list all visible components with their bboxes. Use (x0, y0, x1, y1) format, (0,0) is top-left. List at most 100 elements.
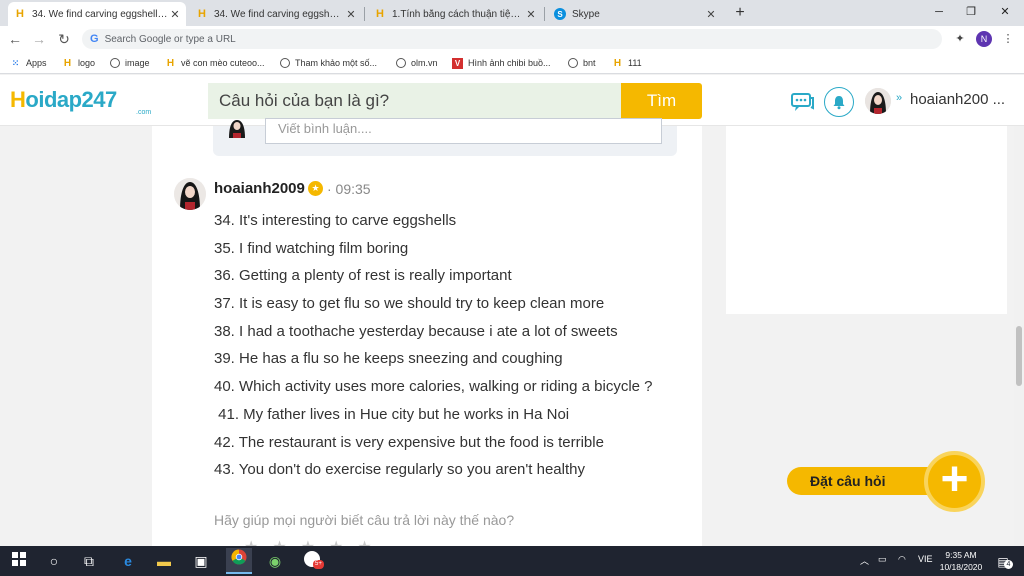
tray-chevron-icon[interactable]: ︿ (860, 554, 869, 567)
answer-line: 38. I had a toothache yesterday because … (214, 322, 618, 340)
tab-title: Skype (572, 8, 600, 20)
bookmark-bnt[interactable]: bnt (568, 56, 596, 70)
task-view-icon[interactable]: ⧉ (78, 551, 100, 571)
answer-line: 42. The restaurant is very expensive but… (214, 433, 604, 451)
logo-suffix: .com (136, 109, 152, 116)
browser-tab-2[interactable]: H 34. We find carving eggshells inte ✕ (190, 2, 362, 26)
answer-line: 39. He has a flu so he keeps sneezing an… (214, 350, 563, 368)
file-explorer-icon[interactable]: ▬ (153, 551, 175, 571)
site-logo[interactable]: Hoidap247 (10, 87, 117, 113)
minimize-icon[interactable]: ─ (924, 2, 954, 22)
close-window-icon[interactable]: ✕ (990, 2, 1020, 22)
globe-icon (396, 58, 406, 68)
page-scrollbar[interactable] (1014, 126, 1024, 546)
chevron-down-icon[interactable]: » (896, 92, 902, 104)
reload-icon[interactable]: ↻ (55, 30, 73, 48)
comment-avatar (225, 120, 249, 138)
browser-tab-strip: H 34. We find carving eggshells inte ✕ H… (0, 0, 1024, 26)
restore-icon[interactable]: ❐ (956, 2, 986, 22)
bookmark-label: 111 (628, 58, 642, 68)
answer-line: 41. My father lives in Hue city but he w… (214, 405, 570, 423)
hoidap-icon: H (376, 8, 384, 20)
logo-letter: H (10, 87, 26, 112)
bookmark-label: Tham khảo một số... (295, 58, 378, 68)
bookmark-apps[interactable]: ⁙ Apps (10, 56, 47, 70)
rating-prompt: Hãy giúp mọi người biết câu trả lời này … (214, 512, 515, 528)
wifi-icon[interactable]: ◠ (898, 554, 906, 565)
app-badge: 5+ (313, 560, 324, 569)
browser-tab-4[interactable]: S Skype ✕ (548, 2, 722, 26)
bookmark-red-icon: V (452, 57, 463, 69)
answer-author-avatar[interactable] (174, 178, 206, 210)
comment-box: Viết bình luận.... (213, 118, 677, 156)
user-avatar[interactable] (865, 88, 891, 114)
search-button[interactable]: Tìm (621, 83, 702, 119)
chat-bubbles-icon[interactable] (790, 89, 816, 115)
bookmark-label: logo (78, 58, 96, 68)
new-tab-button[interactable]: + (733, 4, 747, 22)
answer-line: 37. It is easy to get flu so we should t… (214, 295, 605, 313)
bookmark-tham-khao[interactable]: Tham khảo một số... (280, 56, 377, 70)
profile-avatar[interactable]: N (976, 31, 992, 47)
close-tab-icon[interactable]: ✕ (344, 8, 358, 21)
back-arrow-icon[interactable]: ← (6, 30, 24, 48)
answer-card: Viết bình luận.... hoaianh2009 ★ · 09:35… (152, 118, 702, 556)
green-app-icon[interactable]: ◉ (264, 551, 286, 571)
ask-question-plus-button[interactable]: + (924, 451, 985, 512)
hoidap-icon: H (166, 57, 175, 69)
comment-input[interactable]: Viết bình luận.... (265, 118, 662, 144)
store-bag-icon[interactable]: ▣ (190, 551, 212, 571)
bookmark-image[interactable]: image (110, 56, 150, 70)
tab-title: 1.Tính bằng cách thuận tiện nhất (392, 8, 524, 20)
windows-start-icon[interactable] (8, 551, 30, 571)
hoidap-icon: H (613, 57, 622, 69)
answer-body: 34. It's interesting to carve eggshells … (214, 210, 694, 487)
bookmark-111[interactable]: H 111 (612, 56, 642, 70)
answer-line: 43. You don't do exercise regularly so y… (214, 461, 585, 479)
bookmark-hinh-anh-chibi[interactable]: V Hình ảnh chibi buồ... (452, 56, 551, 70)
browser-toolbar: ← → ↻ G Search Google or type a URL ✦ N … (0, 26, 1024, 52)
notification-count: 4 (1004, 560, 1013, 569)
hoidap-icon: H (198, 8, 206, 20)
chrome-icon[interactable] (226, 548, 252, 574)
clock-time: 9:35 AM (945, 550, 977, 560)
bookmark-label: olm.vn (411, 58, 438, 68)
answer-line: 34. It's interesting to carve eggshells (214, 212, 457, 229)
notifications-icon[interactable]: ▤ 4 (992, 551, 1014, 571)
rank-medal-icon: ★ (308, 181, 323, 196)
forward-arrow-icon[interactable]: → (30, 30, 48, 48)
input-language[interactable]: VIE (918, 554, 933, 564)
close-tab-icon[interactable]: ✕ (704, 8, 718, 21)
extensions-puzzle-icon[interactable]: ✦ (952, 31, 968, 47)
close-tab-icon[interactable]: ✕ (524, 8, 538, 21)
browser-tab-1[interactable]: H 34. We find carving eggshells inte ✕ (8, 2, 186, 26)
answer-line: 40. Which activity uses more calories, w… (214, 378, 653, 396)
bell-icon[interactable] (824, 87, 854, 117)
system-clock[interactable]: 9:35 AM 10/18/2020 (938, 549, 984, 573)
logo-text: oidap247 (25, 87, 117, 112)
clock-date: 10/18/2020 (939, 562, 983, 572)
bookmark-ve-con-meo[interactable]: Hvẽ con mèo cuteoo... (165, 56, 265, 70)
battery-icon[interactable]: ▭ (878, 554, 887, 565)
header-username[interactable]: hoaianh200 ... (910, 91, 1005, 108)
ask-question-label[interactable]: Đặt câu hỏi (787, 467, 935, 495)
question-search-input[interactable]: Câu hỏi của bạn là gì? (208, 83, 621, 119)
globe-icon (568, 58, 578, 68)
address-bar[interactable]: G Search Google or type a URL (82, 29, 942, 49)
scrollbar-thumb[interactable] (1016, 326, 1022, 386)
kebab-menu-icon[interactable]: ⋮ (1000, 31, 1016, 47)
close-tab-icon[interactable]: ✕ (168, 8, 182, 21)
browser-tab-3[interactable]: H 1.Tính bằng cách thuận tiện nhất ✕ (368, 2, 542, 26)
bookmark-logo[interactable]: Hlogo (62, 56, 95, 70)
hoidap-icon: H (16, 8, 24, 20)
edge-browser-icon[interactable]: e (117, 551, 139, 571)
globe-icon (110, 58, 120, 68)
sidebar-panel (726, 126, 1007, 314)
answer-time: · 09:35 (327, 181, 371, 197)
search-circle-icon[interactable]: ○ (43, 551, 65, 571)
bookmark-olm[interactable]: olm.vn (396, 56, 438, 70)
tab-title: 34. We find carving eggshells inte (32, 8, 168, 20)
answer-author-name[interactable]: hoaianh2009 (214, 180, 305, 197)
messenger-app-icon[interactable]: 5+ (301, 551, 324, 571)
answer-line: 35. I find watching film boring (214, 239, 409, 257)
